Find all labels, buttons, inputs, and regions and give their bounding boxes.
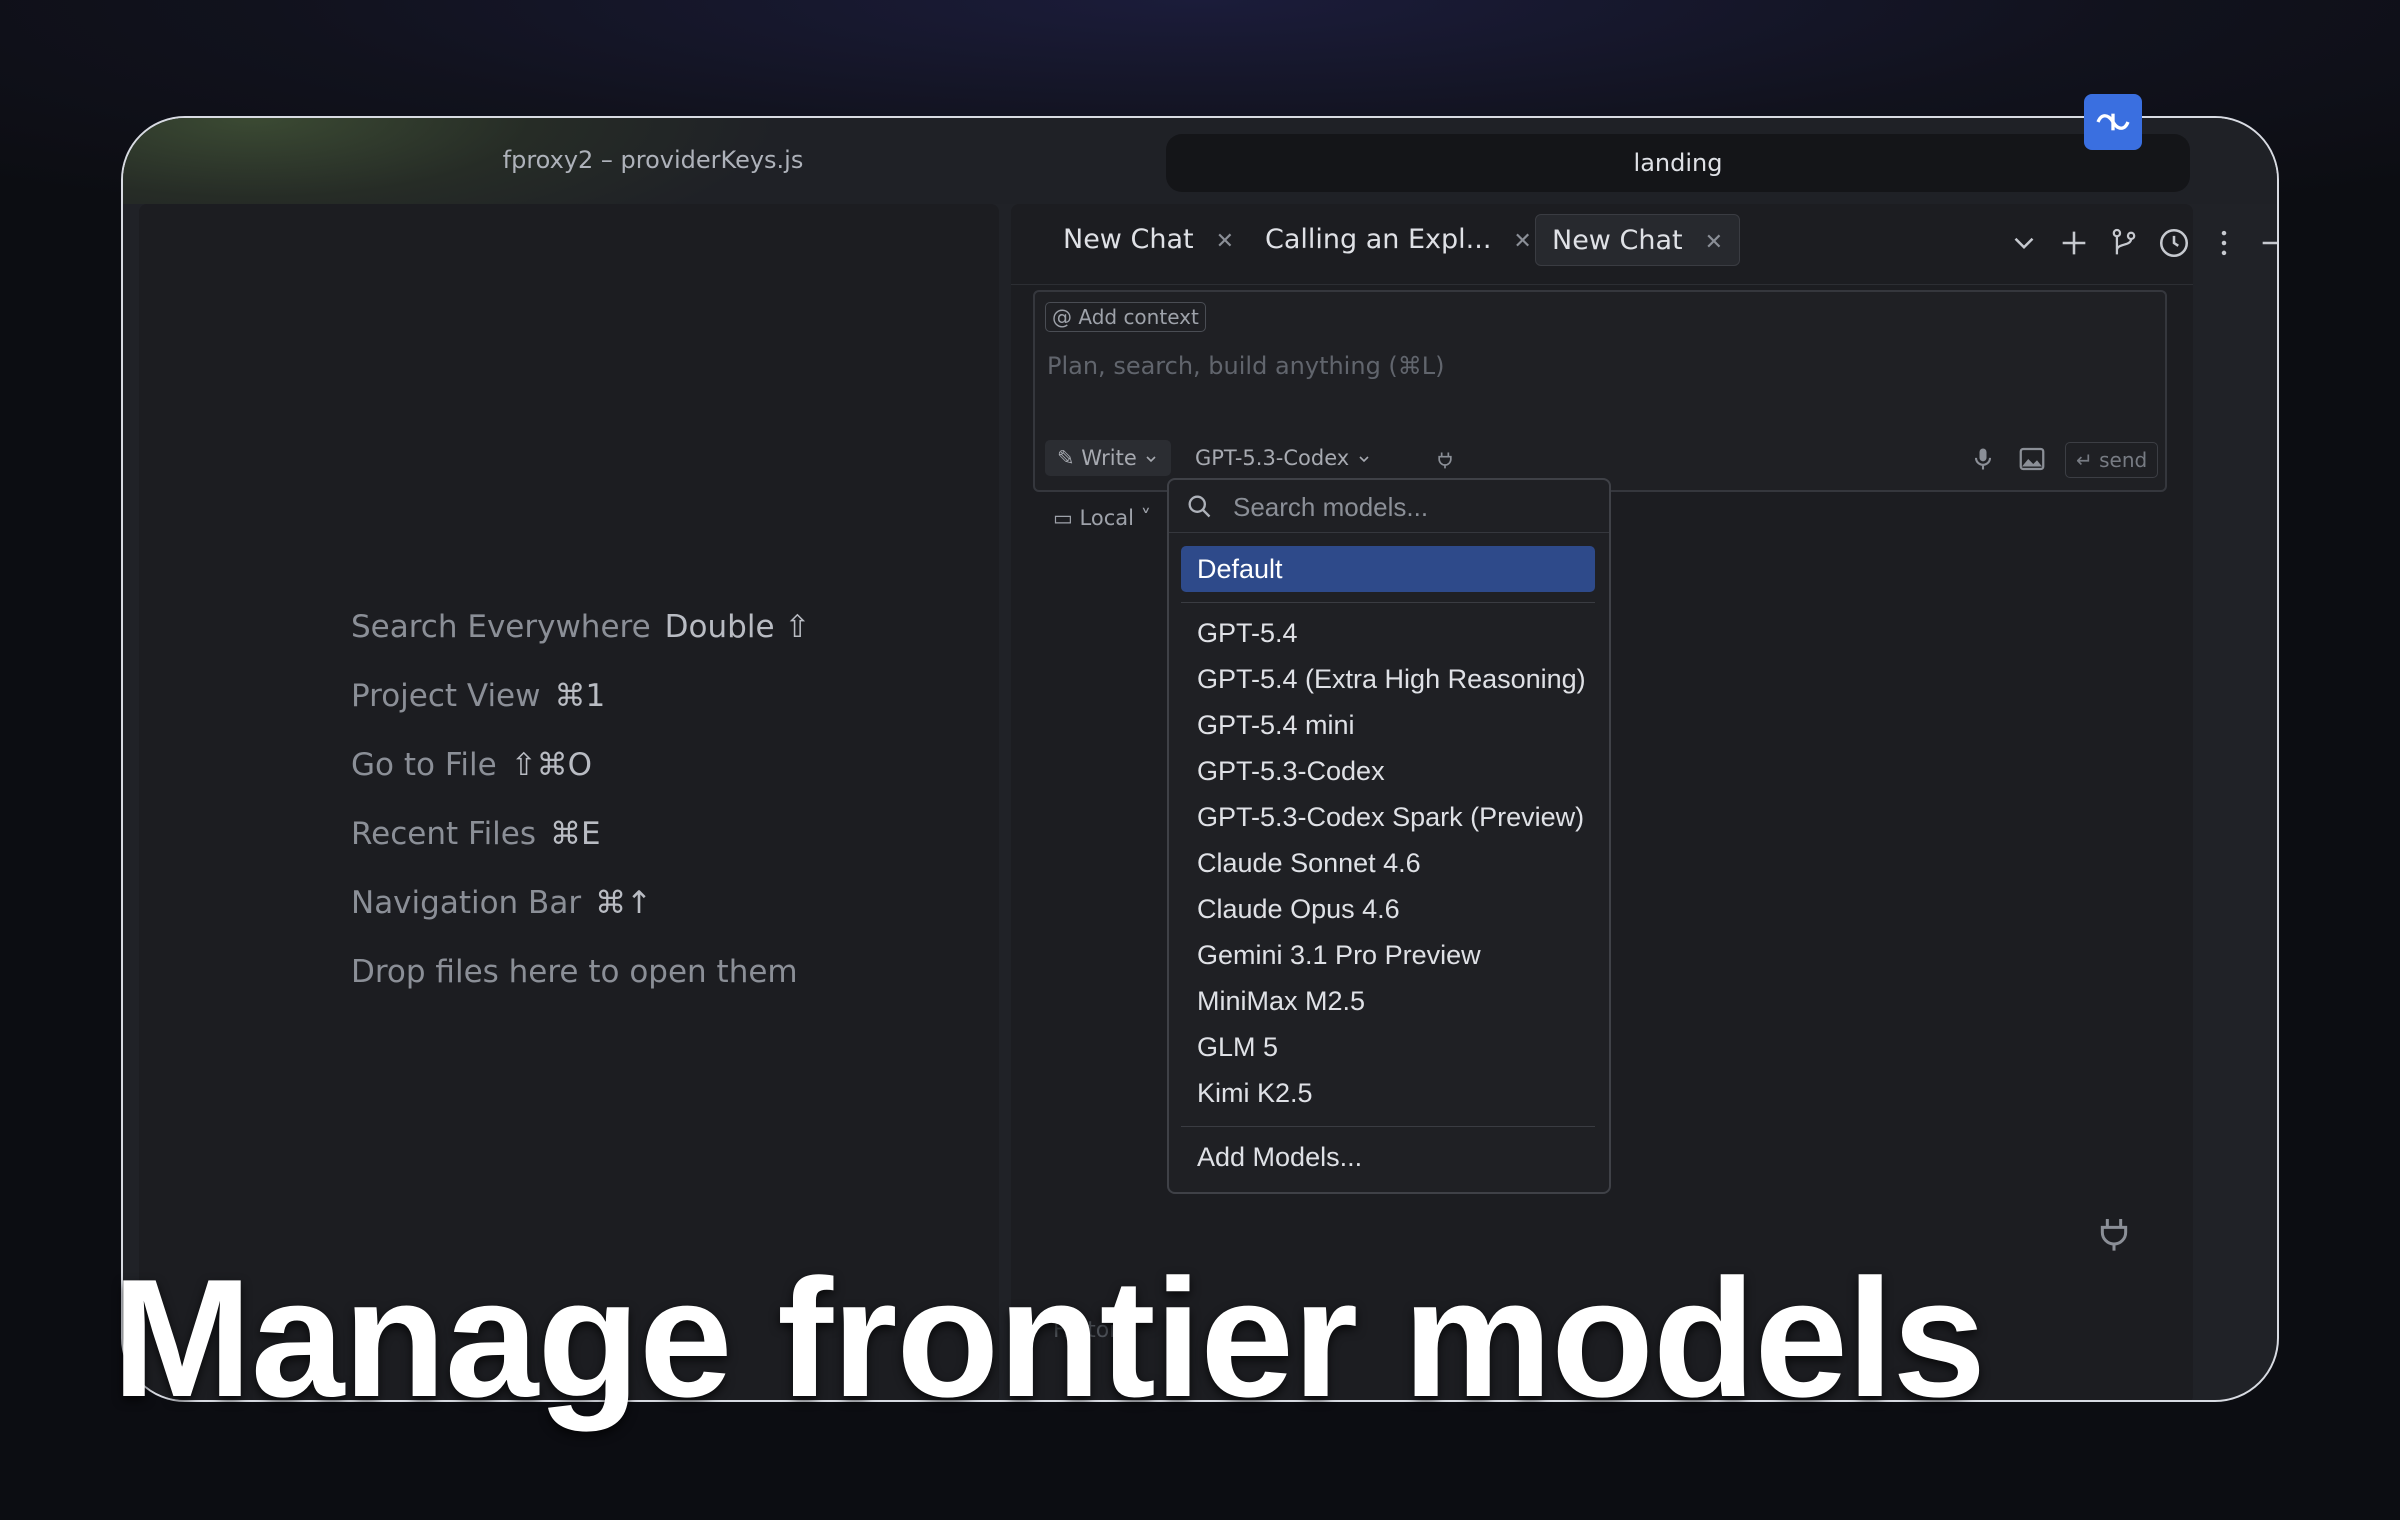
project-title: fproxy2 – providerKeys.js	[502, 146, 804, 174]
hint-drop-files: Drop files here to open them	[351, 954, 798, 990]
model-option[interactable]: GPT-5.4	[1181, 610, 1595, 656]
shortcut-hints: Search Everywhere Double ⇧ Project View ⌘1…	[351, 609, 810, 1023]
plug-icon[interactable]	[2094, 1214, 2134, 1254]
tab-landing[interactable]: landing	[1166, 134, 2190, 192]
pencil-icon: ✎	[1057, 446, 1075, 470]
search-models-input[interactable]	[1231, 488, 1595, 526]
model-option[interactable]: GPT-5.3-Codex Spark (Preview)	[1181, 794, 1595, 840]
model-option[interactable]: GPT-5.4 mini	[1181, 702, 1595, 748]
close-icon[interactable]: ✕	[1705, 230, 1723, 255]
location-selector[interactable]: ▭ Local ˅	[1053, 506, 1151, 530]
editor-empty-panel: Search Everywhere Double ⇧ Project View ⌘1…	[139, 204, 999, 1400]
search-icon	[1188, 495, 1211, 518]
chevron-down-icon	[1146, 456, 1157, 463]
chat-tab-bar: New Chat ✕ Calling an Expl... ✕ New Chat ✕	[1011, 204, 2277, 285]
hint-go-to-file: Go to File ⇧⌘O	[351, 747, 593, 783]
hint-navigation-bar: Navigation Bar ⌘↑	[351, 885, 653, 921]
close-icon[interactable]: ✕	[1216, 229, 1234, 254]
minimize-icon[interactable]	[2257, 226, 2277, 260]
tab-calling-an-expl[interactable]: Calling an Expl... ✕	[1249, 214, 1548, 266]
plus-icon[interactable]	[2057, 226, 2091, 260]
add-models-option[interactable]: Add Models...	[1181, 1134, 1595, 1180]
model-option[interactable]: Claude Opus 4.6	[1181, 886, 1595, 932]
divider	[1181, 602, 1595, 603]
ai-assistant-button[interactable]	[2084, 94, 2142, 150]
plug-icon[interactable]	[1435, 440, 1455, 476]
chat-composer[interactable]: @ Add context Plan, search, build anythi…	[1033, 290, 2167, 492]
history-icon[interactable]	[2157, 226, 2191, 260]
model-option[interactable]: Claude Sonnet 4.6	[1181, 840, 1595, 886]
hint-recent-files: Recent Files ⌘E	[351, 816, 601, 852]
mode-selector[interactable]: ✎ Write	[1045, 440, 1172, 476]
shortcut-key: ⌘1	[554, 678, 606, 714]
microphone-icon[interactable]	[1969, 444, 1997, 474]
shortcut-key: ⌘E	[550, 816, 601, 852]
prompt-input[interactable]: Plan, search, build anything (⌘L)	[1047, 352, 1445, 380]
branch-icon[interactable]	[2107, 226, 2141, 260]
title-bar: fproxy2 – providerKeys.js landing	[123, 118, 2277, 204]
image-icon[interactable]	[2017, 444, 2047, 474]
model-option[interactable]: Kimi K2.5	[1181, 1070, 1595, 1116]
tab-new-chat-active[interactable]: New Chat ✕	[1535, 214, 1741, 266]
model-dropdown: Default GPT-5.4 GPT-5.4 (Extra High Reas…	[1167, 478, 1611, 1194]
model-option[interactable]: MiniMax M2.5	[1181, 978, 1595, 1024]
assistant-logo-icon	[2096, 113, 2130, 131]
model-search	[1169, 480, 1609, 533]
close-icon[interactable]: ✕	[1513, 229, 1531, 254]
tab-new-chat[interactable]: New Chat ✕	[1047, 214, 1250, 266]
shortcut-key: Double ⇧	[664, 609, 811, 645]
shortcut-key: ⌘↑	[595, 885, 653, 921]
chevron-down-icon[interactable]	[2007, 226, 2041, 260]
model-option[interactable]: GPT-5.3-Codex	[1181, 748, 1595, 794]
model-option-default[interactable]: Default	[1181, 546, 1595, 592]
monitor-icon: ▭	[1053, 506, 1073, 530]
model-selector[interactable]: GPT-5.3-Codex	[1195, 440, 1372, 476]
more-icon[interactable]	[2207, 226, 2241, 260]
add-context-button[interactable]: @ Add context	[1045, 302, 1206, 332]
hint-project-view: Project View ⌘1	[351, 678, 606, 714]
model-option[interactable]: Gemini 3.1 Pro Preview	[1181, 932, 1595, 978]
shortcut-key: ⇧⌘O	[510, 747, 593, 783]
hint-search-everywhere: Search Everywhere Double ⇧	[351, 609, 811, 645]
divider	[1181, 1126, 1595, 1127]
chevron-down-icon	[1359, 456, 1369, 463]
headline-banner: Manage frontier models	[112, 1244, 1986, 1432]
model-option[interactable]: GLM 5	[1181, 1024, 1595, 1070]
send-button[interactable]: ↵ send	[2065, 442, 2159, 478]
model-option[interactable]: GPT-5.4 (Extra High Reasoning)	[1181, 656, 1595, 702]
